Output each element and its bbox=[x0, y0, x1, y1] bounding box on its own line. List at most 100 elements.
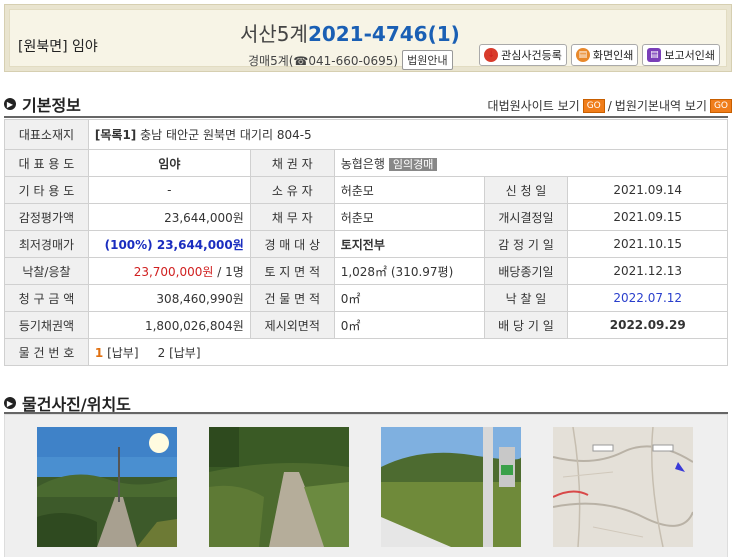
arrow-right-icon: ▶ bbox=[4, 98, 16, 110]
location-map[interactable] bbox=[553, 427, 693, 547]
print-screen-button[interactable]: ▤ 화면인쇄 bbox=[570, 44, 639, 66]
minimum-price-value: (100%) 23,644,000원 bbox=[87, 230, 251, 258]
application-date-value: 2021.09.14 bbox=[567, 176, 728, 204]
item-2-link[interactable]: 2 [납부] bbox=[158, 346, 201, 360]
item-1-status: [납부] bbox=[107, 345, 139, 360]
creditor-label: 채 권 자 bbox=[249, 149, 335, 177]
print-icon: ▤ bbox=[575, 48, 590, 62]
sale-date-label: 낙 찰 일 bbox=[483, 284, 569, 312]
table-row: 대 표 용 도 임야 채 권 자 농협은행 임의경매 bbox=[4, 149, 729, 177]
case-number: 2021-4746(1) bbox=[307, 22, 460, 46]
print-report-label: 보고서인쇄 bbox=[664, 49, 715, 62]
court-details-link[interactable]: 법원기본내역 보기 bbox=[615, 97, 707, 114]
basic-info-title: ▶ 기본정보 bbox=[4, 92, 81, 116]
go-button-2[interactable]: GO bbox=[709, 98, 732, 113]
minimum-price-label: 최저경매가 bbox=[4, 230, 89, 258]
court-branch: 서산5계 bbox=[240, 22, 308, 46]
section-divider bbox=[4, 116, 728, 118]
item-1-number: 1 bbox=[94, 345, 104, 360]
download-icon: ↓ bbox=[484, 48, 499, 62]
print-report-button[interactable]: ▤ 보고서인쇄 bbox=[642, 44, 720, 66]
claim-amount-label: 청 구 금 액 bbox=[4, 284, 89, 312]
registered-claims-label: 등기채권액 bbox=[4, 311, 89, 339]
winning-bid-value: 23,700,000원 bbox=[133, 264, 214, 279]
distribution-date-value: 2022.09.29 bbox=[567, 311, 728, 339]
appraisal-date-value: 2021.10.15 bbox=[567, 230, 728, 258]
debtor-label: 채 무 자 bbox=[249, 203, 335, 231]
auction-target-value: 토지전부 bbox=[333, 230, 485, 258]
case-header: [원북면] 임야 서산5계2021-4746(1) 경매5계(☎041-660-… bbox=[4, 4, 732, 72]
address-cell: [목록1] 충남 태안군 원북면 대기리 804-5 bbox=[87, 119, 729, 150]
use-value: 임야 bbox=[87, 149, 251, 177]
basic-info-label: 기본정보 bbox=[22, 96, 81, 115]
basic-info-table: 대표소재지 [목록1] 충남 태안군 원북면 대기리 804-5 대 표 용 도… bbox=[4, 119, 729, 366]
winning-bid-label: 낙찰/응찰 bbox=[4, 257, 89, 285]
case-title: 서산5계2021-4746(1) bbox=[240, 18, 460, 47]
auction-target-label: 경 매 대 상 bbox=[249, 230, 335, 258]
land-area-value: 1,028㎡ (310.97평) bbox=[333, 257, 485, 285]
item-number-label: 물 건 번 호 bbox=[4, 338, 89, 366]
external-links: 대법원사이트 보기 GO / 법원기본내역 보기 GO bbox=[488, 97, 732, 114]
appraisal-label: 감정평가액 bbox=[4, 203, 89, 231]
claim-deadline-value: 2021.12.13 bbox=[567, 257, 728, 285]
address-prefix: [목록1] bbox=[94, 128, 137, 142]
creditor-value: 농협은행 bbox=[340, 156, 385, 171]
photo-gallery bbox=[4, 414, 728, 557]
creditor-cell: 농협은행 임의경매 bbox=[333, 149, 729, 177]
table-row: 기 타 용 도 - 소 유 자 허춘모 신 청 일 2021.09.14 bbox=[4, 176, 728, 204]
bookmark-case-button[interactable]: ↓ 관심사건등록 bbox=[479, 44, 567, 66]
claim-amount-value: 308,460,990원 bbox=[87, 284, 251, 312]
application-date-label: 신 청 일 bbox=[483, 176, 569, 204]
bookmark-case-label: 관심사건등록 bbox=[501, 49, 562, 62]
go-button-1[interactable]: GO bbox=[582, 98, 605, 113]
link-separator: / bbox=[607, 98, 612, 113]
land-area-label: 토 지 면 적 bbox=[249, 257, 335, 285]
table-row: 최저경매가 (100%) 23,644,000원 경 매 대 상 토지전부 감 … bbox=[4, 230, 728, 258]
distribution-date-label: 배 당 기 일 bbox=[483, 311, 569, 339]
table-row: 감정평가액 23,644,000원 채 무 자 허춘모 개시결정일 2021.0… bbox=[4, 203, 728, 231]
photo-road-sun bbox=[37, 427, 177, 547]
item-1-link[interactable]: 1 [납부] bbox=[95, 346, 139, 360]
owner-label: 소 유 자 bbox=[249, 176, 335, 204]
table-row: 청 구 금 액 308,460,990원 건 물 면 적 0㎡ 낙 찰 일 20… bbox=[4, 284, 728, 312]
table-row: 물 건 번 호 1 [납부] 2 [납부] bbox=[4, 338, 729, 366]
property-photo-2[interactable] bbox=[209, 427, 349, 547]
property-photo-1[interactable] bbox=[37, 427, 177, 547]
court-guide-button[interactable]: 법원안내 bbox=[402, 50, 453, 70]
debtor-value: 허춘모 bbox=[333, 203, 485, 231]
appraisal-date-label: 감 정 기 일 bbox=[483, 230, 569, 258]
supreme-court-link[interactable]: 대법원사이트 보기 bbox=[488, 97, 580, 114]
address-value: 충남 태안군 원북면 대기리 804-5 bbox=[140, 128, 312, 142]
table-row: 대표소재지 [목록1] 충남 태안군 원북면 대기리 804-5 bbox=[4, 119, 729, 150]
owner-value: 허춘모 bbox=[333, 176, 485, 204]
table-row: 낙찰/응찰 23,700,000원 / 1명 토 지 면 적 1,028㎡ (3… bbox=[4, 257, 728, 285]
commencement-date-value: 2021.09.15 bbox=[567, 203, 728, 231]
item-2-status: [납부] bbox=[169, 345, 201, 360]
winning-bid-cell: 23,700,000원 / 1명 bbox=[87, 257, 251, 285]
court-contact: 경매5계(☎041-660-0695) bbox=[248, 53, 399, 68]
other-use-label: 기 타 용 도 bbox=[4, 176, 89, 204]
auction-type-badge: 임의경매 bbox=[388, 157, 438, 171]
claim-deadline-label: 배당종기일 bbox=[483, 257, 569, 285]
item-2-number: 2 bbox=[157, 345, 166, 360]
use-label: 대 표 용 도 bbox=[4, 149, 89, 177]
address-label: 대표소재지 bbox=[4, 119, 89, 150]
building-area-label: 건 물 면 적 bbox=[249, 284, 335, 312]
header-actions: ↓ 관심사건등록 ▤ 화면인쇄 ▤ 보고서인쇄 bbox=[479, 44, 720, 66]
region-label: [원북면] 임야 bbox=[18, 39, 98, 55]
other-use-value: - bbox=[87, 176, 251, 204]
sale-date-value[interactable]: 2022.07.12 bbox=[567, 284, 728, 312]
report-print-icon: ▤ bbox=[647, 48, 662, 62]
table-row: 등기채권액 1,800,026,804원 제시외면적 0㎡ 배 당 기 일 20… bbox=[4, 311, 728, 339]
property-photo-3[interactable] bbox=[381, 427, 521, 547]
print-screen-label: 화면인쇄 bbox=[592, 49, 634, 62]
registered-claims-value: 1,800,026,804원 bbox=[87, 311, 251, 339]
bidder-count: / 1명 bbox=[217, 264, 244, 279]
photo-pole-field bbox=[381, 427, 521, 547]
map-thumbnail bbox=[553, 427, 693, 547]
photo-path-field bbox=[209, 427, 349, 547]
arrow-right-icon: ▶ bbox=[4, 397, 16, 409]
building-area-value: 0㎡ bbox=[333, 284, 485, 312]
appraisal-value: 23,644,000원 bbox=[87, 203, 251, 231]
excluded-area-label: 제시외면적 bbox=[249, 311, 335, 339]
